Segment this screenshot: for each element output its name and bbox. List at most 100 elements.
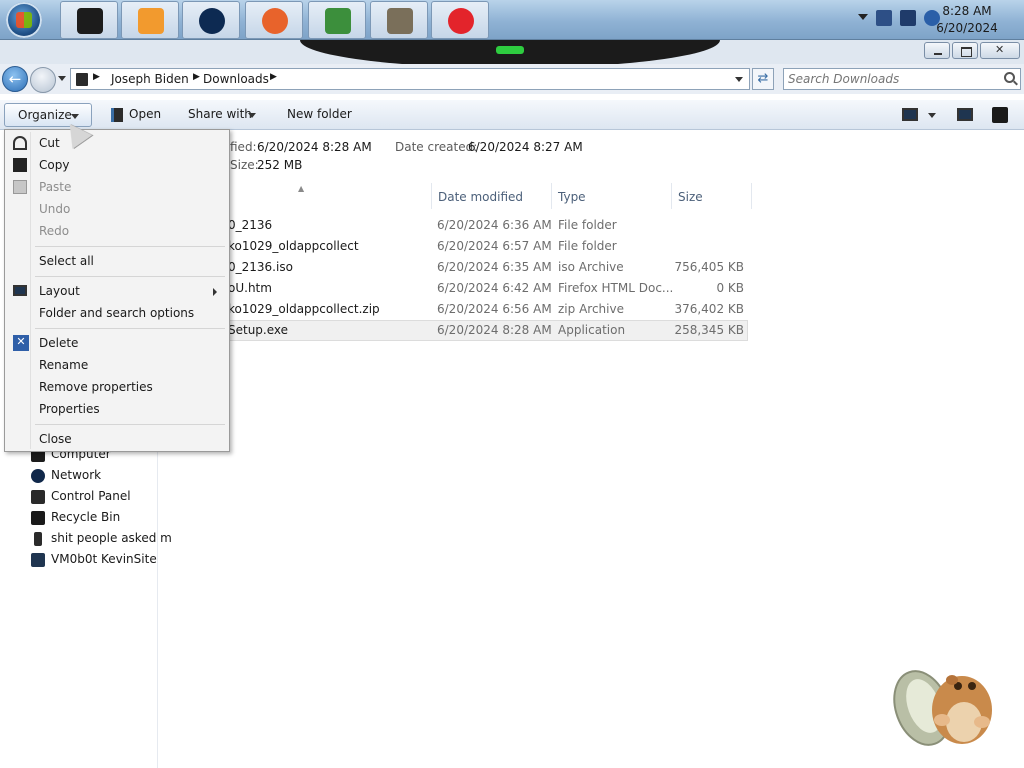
modified-label: fied: [230,140,257,154]
menu-item-folder-options[interactable]: Folder and search options [7,302,227,324]
size-label: Size: [230,158,259,172]
column-type[interactable]: Type [558,190,586,204]
delete-icon: ✕ [13,335,29,351]
file-size: 376,402 KB [674,302,744,316]
menu-item-undo[interactable]: Undo [7,198,227,220]
created-value: 6/20/2024 8:27 AM [468,140,583,154]
column-divider[interactable] [751,183,752,209]
file-row[interactable]: ko1029_oldappcollect 6/20/2024 6:57 AM F… [160,236,748,257]
search-input[interactable] [788,71,998,87]
chevron-down-icon[interactable] [928,113,936,118]
file-name: 0_2136.iso [228,260,293,274]
file-type: File folder [558,239,617,253]
tray-device-icon[interactable] [876,10,892,26]
explorer-app-icon [77,8,103,34]
chevron-down-icon[interactable] [248,113,256,118]
file-row[interactable]: oU.htm 6/20/2024 6:42 AM Firefox HTML Do… [160,278,748,299]
taskbar-button-tools[interactable] [370,1,428,39]
file-size: 0 KB [716,281,744,295]
menu-item-cut[interactable]: Cut [7,132,227,154]
recent-pages-dropdown[interactable] [58,76,66,81]
column-divider[interactable] [431,183,432,209]
menu-item-label: Layout [39,284,80,298]
file-row-selected[interactable]: Setup.exe 6/20/2024 8:28 AM Application … [160,320,748,341]
file-type: iso Archive [558,260,624,274]
minimize-button[interactable] [924,42,950,59]
breadcrumb-separator-icon[interactable]: ▶ [270,72,277,82]
taskbar-button-globe[interactable] [182,1,240,39]
file-size: 258,345 KB [674,323,744,337]
menu-item-layout[interactable]: Layout [7,280,227,302]
breadcrumb-separator-icon[interactable]: ▶ [93,72,100,82]
menu-separator [35,246,225,247]
sort-ascending-icon: ▲ [298,184,305,193]
menu-item-select-all[interactable]: Select all [7,250,227,272]
maximize-button[interactable] [952,42,978,59]
file-date: 6/20/2024 6:56 AM [437,302,552,316]
file-name: ko1029_oldappcollect.zip [228,302,380,316]
menu-item-delete[interactable]: ✕ Delete [7,332,227,354]
back-button[interactable]: ← [2,66,28,92]
menu-item-close[interactable]: Close [7,428,227,450]
menu-item-label: Undo [39,202,71,216]
new-folder-button[interactable]: New folder [287,107,352,121]
menu-item-paste[interactable]: Paste [7,176,227,198]
menu-item-properties[interactable]: Properties [7,398,227,420]
column-size[interactable]: Size [678,190,703,204]
file-row[interactable]: ko1029_oldappcollect.zip 6/20/2024 6:56 … [160,299,748,320]
folder-icon [76,73,88,86]
paste-icon [13,180,27,194]
taskbar-button-users[interactable] [308,1,366,39]
start-button[interactable] [6,2,42,38]
close-window-button[interactable] [980,42,1020,59]
file-size: 756,405 KB [674,260,744,274]
file-type: Application [558,323,626,337]
column-headers: ▲ Date modified Type Size [160,183,1024,209]
clock-time: 8:28 AM [942,4,992,18]
menu-item-label: Copy [39,158,70,172]
taskbar-button-media-player[interactable] [121,1,179,39]
clock[interactable]: 8:28 AM 6/20/2024 [932,3,1002,37]
menu-item-label: Redo [39,224,70,238]
hamster-gadget-icon [893,670,992,746]
column-divider[interactable] [551,183,552,209]
forward-button[interactable] [30,67,56,93]
column-date-modified[interactable]: Date modified [438,190,523,204]
cut-icon [13,136,27,150]
address-bar[interactable]: ▶ Joseph Biden ▶ Downloads ▶ [70,68,750,90]
theme-glow-icon [496,46,524,54]
breadcrumb-separator-icon[interactable]: ▶ [193,72,200,82]
shortcut-icon [31,553,45,567]
breadcrumb-joseph-biden[interactable]: Joseph Biden [111,72,189,86]
show-hidden-icons-button[interactable] [858,14,868,20]
breadcrumb-downloads[interactable]: Downloads [203,72,269,86]
menu-item-redo[interactable]: Redo [7,220,227,242]
address-history-dropdown[interactable] [735,77,743,82]
taskbar-button-firefox[interactable] [245,1,303,39]
column-divider[interactable] [671,183,672,209]
search-icon[interactable] [1004,72,1015,83]
file-row[interactable]: 0_2136 6/20/2024 6:36 AM File folder [160,215,748,236]
tray-network-icon[interactable] [900,10,916,26]
search-box[interactable] [783,68,1021,90]
refresh-button[interactable]: ⇄ [752,68,774,90]
tools-app-icon [387,8,413,34]
globe-app-icon [199,8,225,34]
file-date: 6/20/2024 6:42 AM [437,281,552,295]
menu-item-rename[interactable]: Rename [7,354,227,376]
open-button[interactable]: Open [129,107,161,121]
submenu-arrow-icon [213,288,217,296]
file-name: 0_2136 [228,218,273,232]
help-icon[interactable] [992,107,1008,123]
clock-date: 6/20/2024 [936,21,998,35]
menu-item-copy[interactable]: Copy [7,154,227,176]
taskbar-button-video[interactable] [431,1,489,39]
share-with-button[interactable]: Share with [188,107,252,121]
preview-pane-icon[interactable] [957,108,973,121]
taskbar-button-explorer[interactable] [60,1,118,39]
nav-item-label: shit people asked m [51,531,172,545]
menu-item-remove-properties[interactable]: Remove properties [7,376,227,398]
file-type: File folder [558,218,617,232]
change-view-icon[interactable] [902,108,918,121]
file-row[interactable]: 0_2136.iso 6/20/2024 6:35 AM iso Archive… [160,257,748,278]
